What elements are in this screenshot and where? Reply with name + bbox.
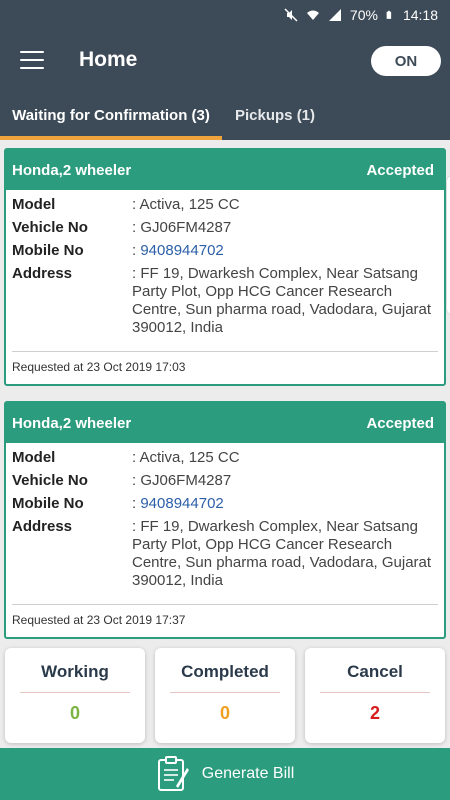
mobile-number-link[interactable]: 9408944702 — [140, 495, 223, 512]
stat-count: 2 — [369, 703, 380, 723]
model-value: : Activa, 125 CC — [132, 449, 240, 466]
stat-cancel[interactable]: Cancel 2 — [305, 648, 445, 743]
model-value: : Activa, 125 CC — [132, 196, 240, 213]
signal-icon — [328, 9, 341, 21]
stat-working[interactable]: Working 0 — [5, 648, 145, 743]
card-header: Honda,2 wheeler Accepted — [6, 403, 444, 443]
stat-label: Cancel — [347, 662, 403, 681]
model-label: Model — [12, 196, 56, 213]
generate-bill-label: Generate Bill — [201, 765, 295, 782]
stat-completed[interactable]: Completed 0 — [155, 648, 295, 743]
battery-percent: 70% — [349, 7, 378, 23]
tab-pickups[interactable]: Pickups (1) — [222, 90, 328, 140]
vehicle-title: Honda,2 wheeler — [12, 414, 132, 432]
battery-icon — [386, 10, 392, 19]
mobile-no-label: Mobile No — [12, 242, 84, 259]
requested-time: Requested at 23 Oct 2019 17:37 — [12, 613, 186, 627]
generate-bill-button[interactable]: Generate Bill — [0, 748, 450, 800]
request-list[interactable]: Honda,2 wheeler Accepted Model : Activa, … — [0, 140, 450, 640]
address-value: : FF 19, Dwarkesh Complex, Near Satsang … — [132, 518, 432, 589]
vehicle-no-label: Vehicle No — [12, 219, 88, 236]
request-card[interactable]: Honda,2 wheeler Accepted Model : Activa, … — [4, 401, 446, 639]
stat-label: Completed — [181, 662, 269, 681]
stat-count: 0 — [69, 703, 80, 723]
scroll-indicator[interactable] — [446, 175, 450, 315]
online-toggle[interactable]: ON — [371, 46, 441, 76]
stat-count: 0 — [219, 703, 230, 723]
clock: 14:18 — [402, 7, 438, 23]
tab-bar: Waiting for Confirmation (3) Pickups (1) — [0, 90, 450, 140]
address-label: Address — [12, 518, 73, 535]
page-title: Home — [79, 48, 138, 71]
vehicle-no-value: : GJ06FM4287 — [132, 219, 232, 236]
mute-icon — [284, 8, 298, 22]
status-bar: 70% 14:18 — [0, 0, 450, 30]
status-badge: Accepted — [366, 414, 434, 432]
request-card[interactable]: Honda,2 wheeler Accepted Model : Activa, … — [4, 148, 446, 386]
wifi-icon — [306, 10, 319, 20]
bill-icon — [157, 756, 189, 791]
stat-label: Working — [41, 662, 109, 681]
vehicle-no-value: : GJ06FM4287 — [132, 472, 232, 489]
mobile-number-link[interactable]: 9408944702 — [140, 242, 223, 259]
address-label: Address — [12, 265, 73, 282]
stats-panel: Working 0 Completed 0 Cancel 2 — [0, 648, 450, 748]
requested-time: Requested at 23 Oct 2019 17:03 — [12, 360, 186, 374]
app-bar: Home ON — [0, 30, 450, 90]
vehicle-title: Honda,2 wheeler — [12, 161, 132, 179]
status-badge: Accepted — [366, 161, 434, 179]
menu-icon[interactable] — [20, 51, 44, 69]
address-value: : FF 19, Dwarkesh Complex, Near Satsang … — [132, 265, 432, 336]
model-label: Model — [12, 449, 56, 466]
tab-waiting-confirmation[interactable]: Waiting for Confirmation (3) — [0, 90, 222, 140]
mobile-no-label: Mobile No — [12, 495, 84, 512]
vehicle-no-label: Vehicle No — [12, 472, 88, 489]
card-header: Honda,2 wheeler Accepted — [6, 150, 444, 190]
